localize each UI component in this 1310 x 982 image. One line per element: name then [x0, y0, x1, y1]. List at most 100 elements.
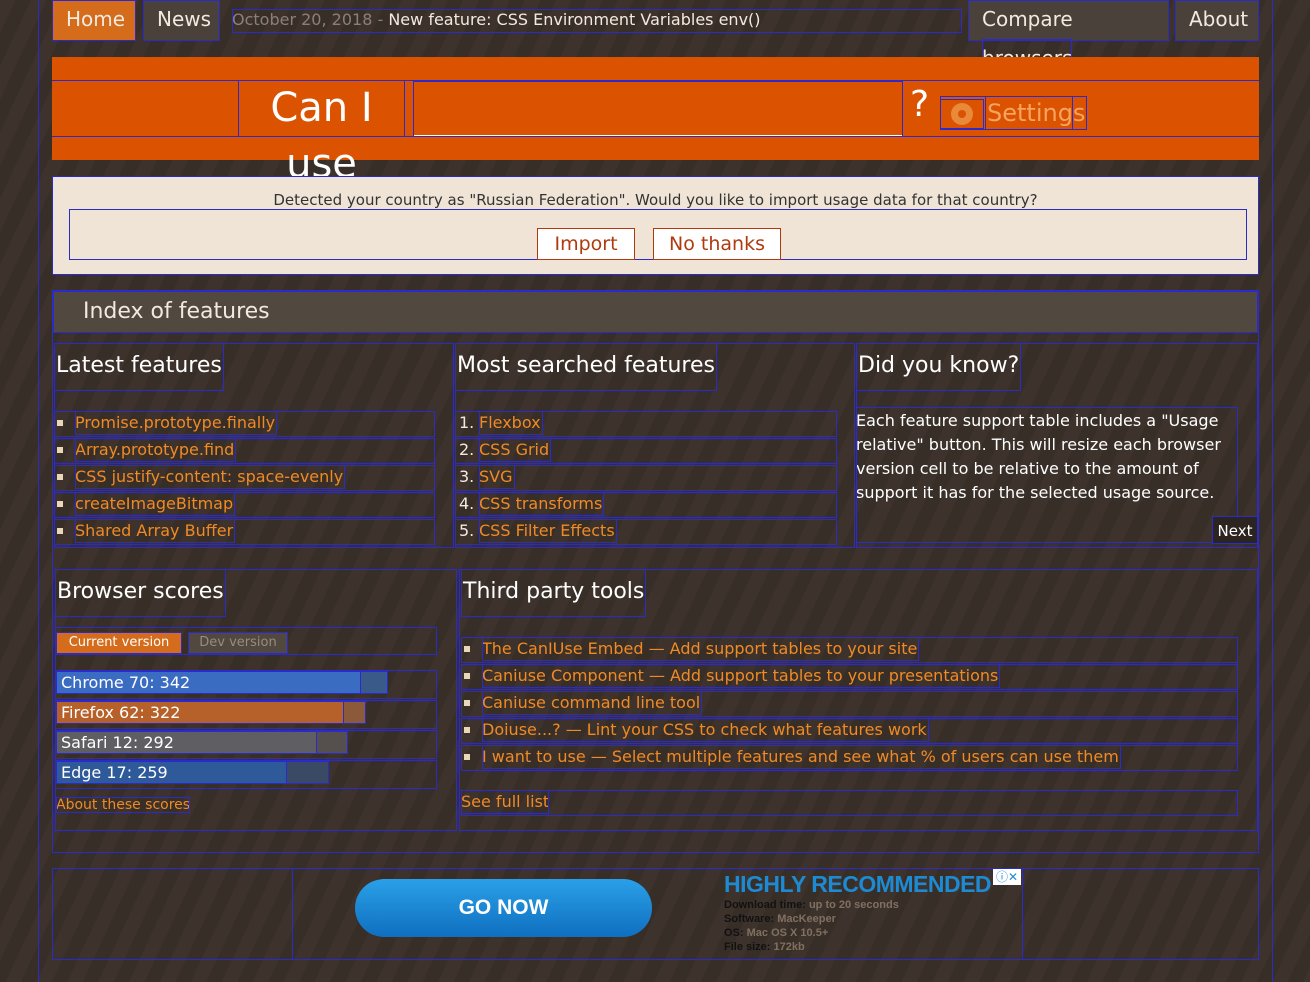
score-label: Edge 17: 259 — [61, 763, 168, 782]
bullet-icon — [464, 754, 470, 760]
feature-link[interactable]: CSS justify-content: space-evenly — [75, 465, 346, 489]
ad-detail-row: Download time: up to 20 seconds — [724, 898, 1020, 912]
search-question-mark: ? — [910, 84, 930, 125]
did-you-know-heading: Did you know? — [856, 343, 1022, 391]
list-item: 4. CSS transforms — [455, 492, 837, 518]
nav-news[interactable]: News — [143, 0, 220, 41]
score-row: Safari 12: 292 — [55, 730, 437, 759]
news-ticker[interactable]: October 20, 2018 - New feature: CSS Envi… — [232, 9, 962, 33]
page-guide-right — [1272, 0, 1273, 982]
most-searched-heading: Most searched features — [455, 343, 717, 391]
about-scores-link[interactable]: About these scores — [56, 797, 191, 813]
feature-link[interactable]: Flexbox — [479, 411, 543, 435]
tool-link[interactable]: Caniuse Component — Add support tables t… — [482, 664, 1001, 688]
bullet-icon — [57, 528, 63, 534]
list-item: CSS justify-content: space-evenly — [54, 465, 435, 491]
news-date: October 20, 2018 — [232, 10, 373, 29]
nav-home[interactable]: Home — [52, 0, 136, 41]
list-item: 1. Flexbox — [455, 411, 837, 437]
bullet-icon — [57, 474, 63, 480]
list-item: Array.prototype.find — [54, 438, 435, 464]
score-row: Edge 17: 259 — [55, 760, 437, 789]
see-full-list-link[interactable]: See full list — [461, 790, 550, 814]
tool-link[interactable]: The CanIUse Embed — Add support tables t… — [482, 637, 920, 661]
score-row: Chrome 70: 342 — [55, 670, 437, 699]
ad-detail-key: File size: — [724, 941, 774, 953]
tab-dev-version[interactable]: Dev version — [188, 632, 288, 654]
bullet-icon — [464, 700, 470, 706]
next-tip-button[interactable]: Next — [1212, 516, 1258, 544]
settings-label[interactable]: Settings — [985, 96, 1088, 130]
bullet-icon — [57, 420, 63, 426]
list-number: 5. — [459, 521, 475, 540]
nav-compare-browsers[interactable]: Compare browsers — [968, 0, 1169, 78]
list-number: 3. — [459, 467, 475, 486]
score-bar-dev: Safari 12: 292 — [56, 731, 348, 754]
third-party-tools-panel: Third party tools The CanIUse Embed — Ad… — [459, 569, 1258, 831]
feature-link[interactable]: Shared Array Buffer — [75, 519, 236, 543]
bullet-icon — [464, 673, 470, 679]
feature-link[interactable]: Array.prototype.find — [75, 438, 237, 462]
close-icon[interactable]: ⓘ✕ — [993, 869, 1021, 885]
ad-left-slot — [53, 869, 293, 959]
gear-icon[interactable] — [940, 99, 984, 129]
list-number: 2. — [459, 440, 475, 459]
page-guide-left — [38, 0, 39, 982]
ad-detail-value: MacKeeper — [777, 913, 836, 925]
browser-scores-panel: Browser scores Current version Dev versi… — [55, 569, 457, 831]
settings-button[interactable]: Settings — [940, 96, 1088, 130]
tab-current-version[interactable]: Current version — [56, 632, 182, 654]
ad-banner[interactable]: GO NOW HIGHLY RECOMMENDED Download time:… — [293, 869, 1023, 959]
ad-detail-key: Download time: — [724, 899, 809, 911]
feature-link[interactable]: createImageBitmap — [75, 492, 236, 516]
bullet-icon — [464, 727, 470, 733]
score-bar-dev: Chrome 70: 342 — [56, 671, 388, 694]
ad-detail-row: File size: 172kb — [724, 940, 1020, 954]
list-item: Doiuse...? — Lint your CSS to check what… — [461, 718, 1238, 744]
score-label: Chrome 70: 342 — [61, 673, 191, 692]
feature-link[interactable]: SVG — [479, 465, 515, 489]
list-item: 3. SVG — [455, 465, 837, 491]
list-number: 1. — [459, 413, 475, 432]
see-full-list-row: See full list — [461, 790, 1238, 816]
notice-text: Detected your country as "Russian Federa… — [273, 191, 1038, 209]
ad-detail-value: up to 20 seconds — [808, 899, 899, 911]
go-now-button[interactable]: GO NOW — [355, 879, 652, 937]
score-label: Safari 12: 292 — [61, 733, 174, 752]
country-import-notice: Detected your country as "Russian Federa… — [52, 176, 1259, 275]
hero-search-bar: Can I use ? Settings — [52, 57, 1259, 187]
score-tabs: Current version Dev version — [55, 627, 437, 655]
score-bar-dev: Edge 17: 259 — [56, 761, 329, 784]
browser-scores-heading: Browser scores — [55, 569, 226, 617]
notice-actions: Import No thanks — [69, 209, 1247, 260]
feature-link[interactable]: Promise.prototype.finally — [75, 411, 278, 435]
tool-link[interactable]: I want to use — Select multiple features… — [482, 745, 1121, 769]
ad-detail-value: Mac OS X 10.5+ — [746, 927, 829, 939]
nav-compare-label: Compare — [982, 7, 1073, 31]
ad-headline: HIGHLY RECOMMENDED — [724, 871, 992, 897]
ad-detail-row: OS: Mac OS X 10.5+ — [724, 926, 1020, 940]
list-item: The CanIUse Embed — Add support tables t… — [461, 637, 1238, 663]
import-button[interactable]: Import — [537, 228, 635, 260]
feature-link[interactable]: CSS transforms — [479, 492, 605, 516]
latest-features-heading: Latest features — [54, 343, 224, 391]
score-label: Firefox 62: 322 — [61, 703, 181, 722]
advertisement: GO NOW HIGHLY RECOMMENDED Download time:… — [52, 868, 1259, 960]
news-separator: - — [372, 10, 389, 29]
ad-detail-key: OS: — [724, 927, 747, 939]
score-bar-dev: Firefox 62: 322 — [56, 701, 366, 724]
nav-about[interactable]: About — [1175, 0, 1259, 41]
list-item: createImageBitmap — [54, 492, 435, 518]
index-title: Index of features — [53, 291, 1258, 333]
feature-search-input[interactable] — [413, 81, 903, 137]
feature-link[interactable]: CSS Filter Effects — [479, 519, 617, 543]
list-item: Caniuse Component — Add support tables t… — [461, 664, 1238, 690]
no-thanks-button[interactable]: No thanks — [653, 228, 781, 260]
ad-detail-key: Software: — [724, 913, 778, 925]
third-party-heading: Third party tools — [461, 569, 647, 617]
news-title[interactable]: New feature: CSS Environment Variables e… — [388, 10, 760, 29]
list-item: 2. CSS Grid — [455, 438, 837, 464]
feature-link[interactable]: CSS Grid — [479, 438, 552, 462]
tool-link[interactable]: Caniuse command line tool — [482, 691, 703, 715]
tool-link[interactable]: Doiuse...? — Lint your CSS to check what… — [482, 718, 929, 742]
